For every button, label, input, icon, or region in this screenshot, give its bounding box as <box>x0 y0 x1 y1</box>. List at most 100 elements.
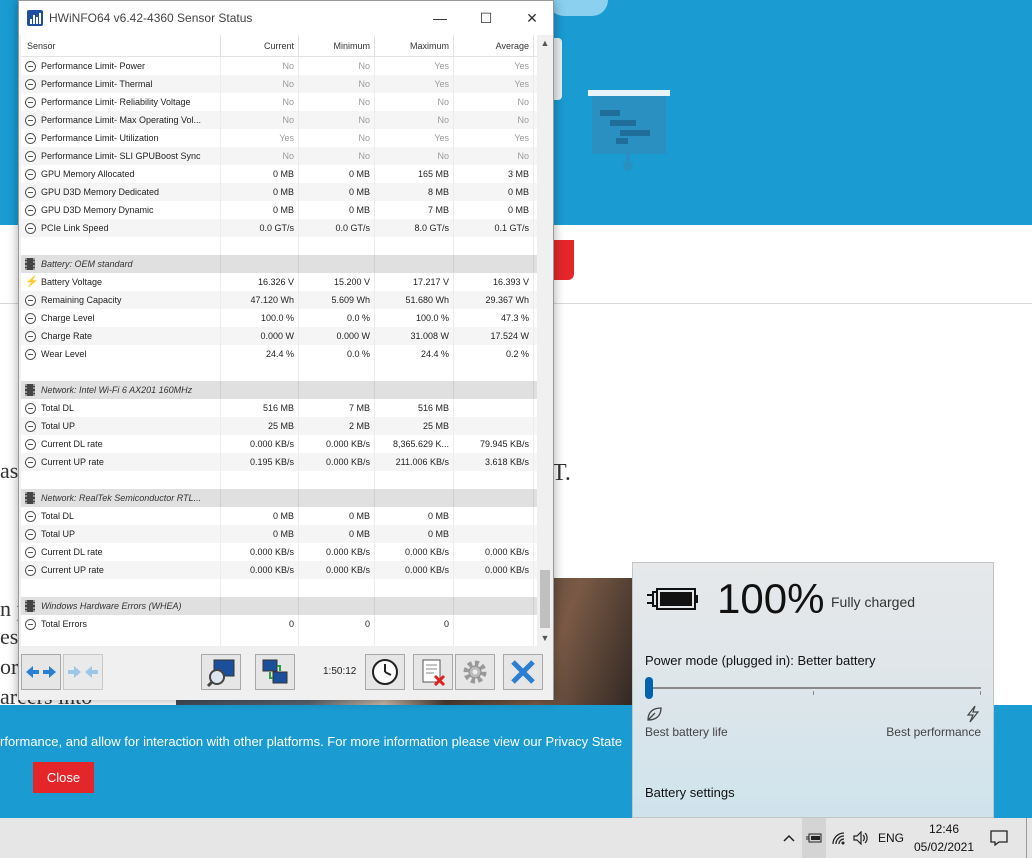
average-value: 0 MB <box>454 201 534 219</box>
table-row[interactable]: Performance Limit- Power No No Yes Yes <box>21 57 553 75</box>
average-value: 3 MB <box>454 165 534 183</box>
table-row[interactable]: Performance Limit- SLI GPUBoost Sync No … <box>21 147 553 165</box>
table-row[interactable]: GPU Memory Allocated 0 MB 0 MB 165 MB 3 … <box>21 165 553 183</box>
row-spacer <box>21 363 553 381</box>
scroll-down-arrow[interactable]: ▼ <box>537 630 553 646</box>
table-row[interactable]: Current DL rate 0.000 KB/s 0.000 KB/s 0.… <box>21 543 553 561</box>
current-value: 0.000 KB/s <box>221 435 299 453</box>
average-value <box>454 417 534 435</box>
sensor-report-button[interactable] <box>201 654 241 690</box>
current-value: 16.326 V <box>221 273 299 291</box>
slider-thumb[interactable] <box>645 677 653 699</box>
clock-button[interactable]: 12:46 05/02/2021 <box>906 818 982 858</box>
table-row[interactable]: Total UP 0 MB 0 MB 0 MB <box>21 525 553 543</box>
minimum-value: 0.000 KB/s <box>299 561 375 579</box>
layout-button[interactable] <box>63 654 103 690</box>
table-row[interactable]: Total Errors 0 0 0 <box>21 615 553 633</box>
current-value: 0 <box>221 615 299 633</box>
lightning-icon <box>966 705 980 723</box>
network-computers-icon <box>262 659 288 684</box>
table-row[interactable]: Remaining Capacity 47.120 Wh 5.609 Wh 51… <box>21 291 553 309</box>
sensor-group-header[interactable]: Network: Intel Wi-Fi 6 AX201 160MHz <box>21 381 553 399</box>
logging-button[interactable] <box>413 654 453 690</box>
table-row[interactable]: ⚡ Battery Voltage 16.326 V 15.200 V 17.21… <box>21 273 553 291</box>
table-row[interactable]: Performance Limit- Reliability Voltage N… <box>21 93 553 111</box>
table-row[interactable]: Total UP 25 MB 2 MB 25 MB <box>21 417 553 435</box>
table-row[interactable]: Performance Limit- Thermal No No Yes Yes <box>21 75 553 93</box>
maximum-value: No <box>375 111 454 129</box>
table-row[interactable]: Wear Level 24.4 % 0.0 % 24.4 % 0.2 % <box>21 345 553 363</box>
sensor-label: Current UP rate <box>41 457 104 467</box>
sensor-icon <box>25 564 36 576</box>
show-desktop-strip[interactable] <box>1026 818 1032 858</box>
network-tray-button[interactable] <box>828 818 850 858</box>
table-row[interactable]: Current UP rate 0.195 KB/s 0.000 KB/s 21… <box>21 453 553 471</box>
network-button[interactable] <box>255 654 295 690</box>
sensor-group-header[interactable]: Battery: OEM standard <box>21 255 553 273</box>
minimum-value: 0.0 GT/s <box>299 219 375 237</box>
sensor-name: Total DL <box>21 507 221 525</box>
table-row[interactable]: GPU D3D Memory Dedicated 0 MB 0 MB 8 MB … <box>21 183 553 201</box>
device-chip-icon <box>25 600 35 612</box>
cookie-banner-text: rformance, and allow for interaction wit… <box>0 734 623 749</box>
sensor-label: Performance Limit- Thermal <box>41 79 153 89</box>
sensor-group-header[interactable]: Windows Hardware Errors (WHEA) <box>21 597 553 615</box>
sensor-name: Performance Limit- Power <box>21 57 221 75</box>
minimum-value: 0 MB <box>299 165 375 183</box>
scroll-up-arrow[interactable]: ▲ <box>537 35 553 51</box>
vertical-scrollbar[interactable]: ▲ ▼ <box>537 35 553 646</box>
maximum-value: 516 MB <box>375 399 454 417</box>
maximize-button[interactable]: ☐ <box>463 1 509 35</box>
column-header-average[interactable]: Average <box>454 35 534 56</box>
expand-collapse-button[interactable] <box>21 654 61 690</box>
minimize-button[interactable]: — <box>417 1 463 35</box>
sensor-group-header[interactable]: Network: RealTek Semiconductor RTL... <box>21 489 553 507</box>
volume-tray-button[interactable] <box>850 818 872 858</box>
column-header-sensor[interactable]: Sensor <box>21 35 221 56</box>
sensor-icon <box>25 420 36 432</box>
table-row[interactable]: Total DL 516 MB 7 MB 516 MB <box>21 399 553 417</box>
current-value: Yes <box>221 129 299 147</box>
sensor-label: GPU D3D Memory Dedicated <box>41 187 160 197</box>
table-row[interactable]: Current UP rate 0.000 KB/s 0.000 KB/s 0.… <box>21 561 553 579</box>
sensor-label: Current DL rate <box>41 439 103 449</box>
row-spacer <box>21 579 553 597</box>
table-row[interactable]: Performance Limit- Max Operating Vol... … <box>21 111 553 129</box>
battery-icon <box>647 588 698 610</box>
battery-settings-link[interactable]: Battery settings <box>645 785 735 800</box>
battery-percent: 100% <box>717 575 825 622</box>
title-bar[interactable]: HWiNFO64 v6.42-4360 Sensor Status — ☐ ✕ <box>19 1 553 35</box>
average-value: 17.524 W <box>454 327 534 345</box>
battery-tray-button[interactable] <box>802 818 826 858</box>
column-header-maximum[interactable]: Maximum <box>375 35 454 56</box>
table-row[interactable]: Charge Rate 0.000 W 0.000 W 31.008 W 17.… <box>21 327 553 345</box>
close-window-button[interactable]: ✕ <box>509 1 555 35</box>
cookie-close-button[interactable]: Close <box>33 762 94 793</box>
table-row[interactable]: Total DL 0 MB 0 MB 0 MB <box>21 507 553 525</box>
show-hidden-icons-button[interactable] <box>778 818 800 858</box>
reset-clock-button[interactable] <box>365 654 405 690</box>
average-value <box>454 615 534 633</box>
table-row[interactable]: Charge Level 100.0 % 0.0 % 100.0 % 47.3 … <box>21 309 553 327</box>
body-text-fragment: es <box>0 624 19 649</box>
current-value: 0 MB <box>221 201 299 219</box>
language-indicator[interactable]: ENG <box>878 831 904 845</box>
sensor-icon <box>25 546 36 558</box>
table-row[interactable]: PCIe Link Speed 0.0 GT/s 0.0 GT/s 8.0 GT… <box>21 219 553 237</box>
sensor-label: PCIe Link Speed <box>41 223 109 233</box>
sensor-icon <box>25 60 36 72</box>
close-sensors-button[interactable] <box>503 654 543 690</box>
action-center-button[interactable] <box>986 818 1012 858</box>
power-mode-slider[interactable] <box>645 675 981 699</box>
sensor-name: Charge Rate <box>21 327 221 345</box>
scroll-thumb[interactable] <box>540 570 550 628</box>
table-row[interactable]: GPU D3D Memory Dynamic 0 MB 0 MB 7 MB 0 … <box>21 201 553 219</box>
column-header-minimum[interactable]: Minimum <box>299 35 375 56</box>
table-row[interactable]: Current DL rate 0.000 KB/s 0.000 KB/s 8,… <box>21 435 553 453</box>
settings-button[interactable] <box>455 654 495 690</box>
clock-icon <box>372 659 398 685</box>
table-row[interactable]: Performance Limit- Utilization Yes No Ye… <box>21 129 553 147</box>
row-spacer <box>21 237 553 255</box>
maximum-value: 17.217 V <box>375 273 454 291</box>
column-header-current[interactable]: Current <box>221 35 299 56</box>
